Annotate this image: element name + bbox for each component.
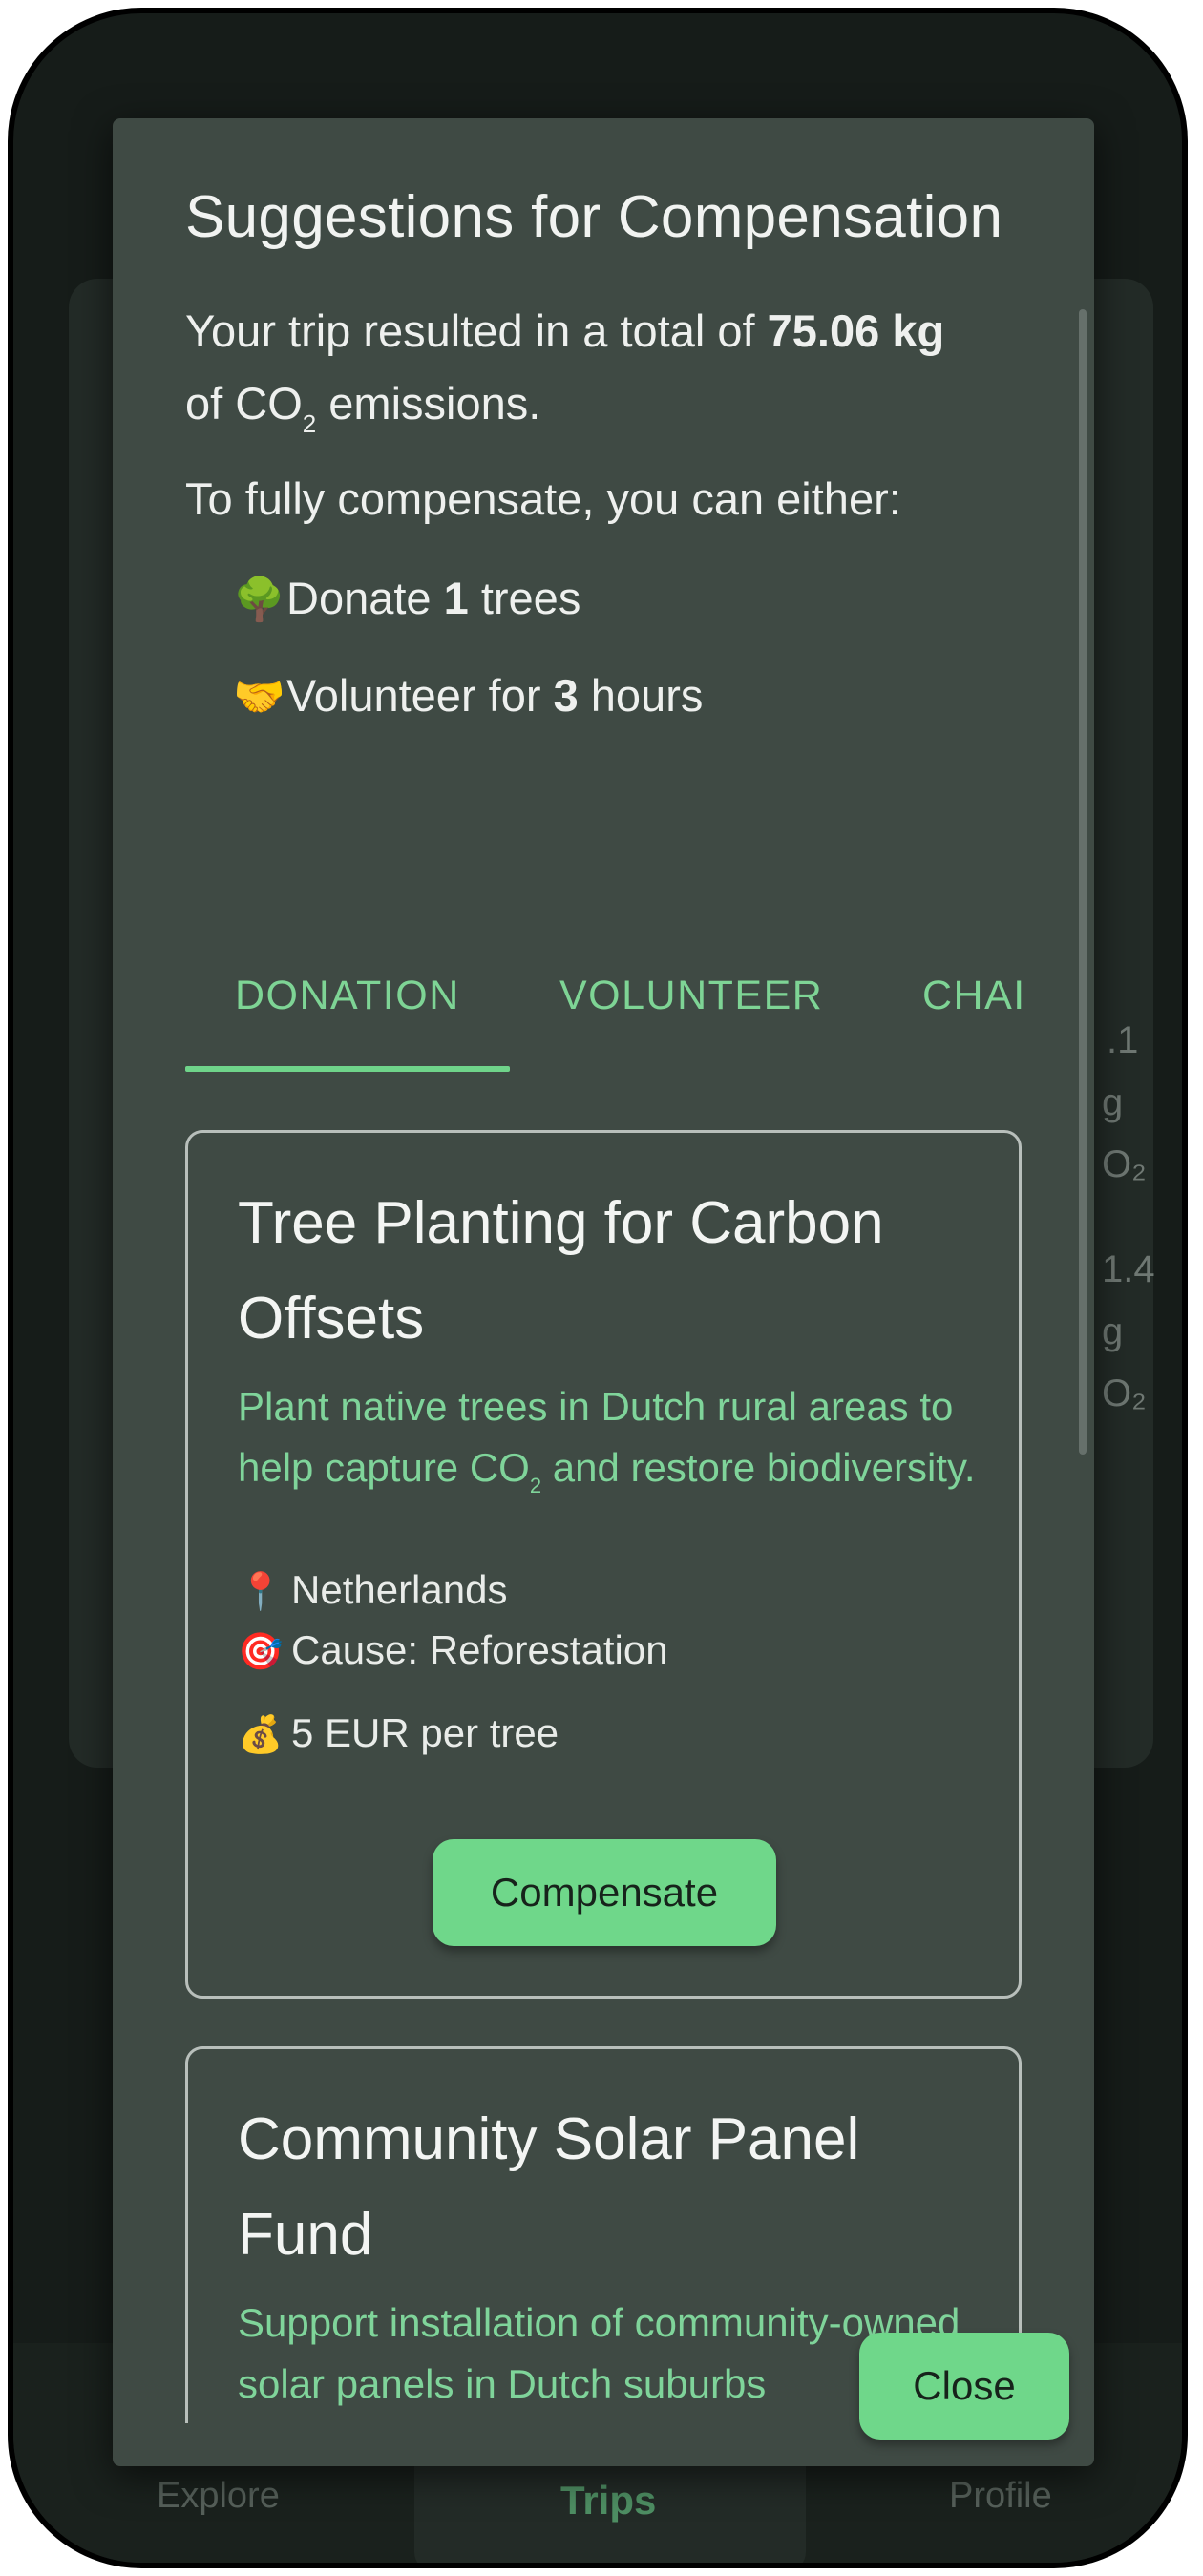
dialog-scroll-area[interactable]: Your trip resulted in a total of 75.06 k… (113, 295, 1094, 2423)
card-title: Community Solar Panel Fund (238, 2106, 860, 2268)
tab-charity[interactable]: CHAI (922, 973, 1026, 1019)
nav-trips[interactable]: Trips (560, 2478, 656, 2524)
card-cause: 🎯 Cause: Reforestation (238, 1627, 668, 1672)
option-donate-trees: 🌳Donate 1 trees (233, 573, 581, 623)
bg-stat-co2: O₂ (1102, 1372, 1147, 1414)
either-text: To fully compensate, you can either: (185, 473, 901, 524)
target-icon: 🎯 (238, 1632, 284, 1672)
emissions-amount: 75.06 kg (767, 305, 945, 356)
summary-co: of CO (185, 378, 303, 429)
emissions-summary-line2: of CO2 emissions. (185, 367, 540, 447)
bg-stat-unit: g (1102, 1310, 1124, 1352)
card-title: Tree Planting for Carbon Offsets (238, 1190, 884, 1351)
tree-icon: 🌳 (233, 576, 285, 623)
bg-stat-value: 1.4 (1102, 1248, 1155, 1290)
bg-stat-co2: O₂ (1102, 1143, 1147, 1185)
card-description: Plant native trees in Dutch rural areas … (238, 1384, 976, 1497)
dialog-title: Suggestions for Compensation (185, 184, 1003, 250)
money-bag-icon: 💰 (238, 1715, 284, 1755)
bg-stat-unit: g (1102, 1081, 1124, 1123)
close-button[interactable]: Close (859, 2333, 1069, 2440)
scrollbar[interactable] (1079, 309, 1087, 1455)
tab-volunteer[interactable]: VOLUNTEER (559, 973, 823, 1019)
compensate-button[interactable]: Compensate (433, 1839, 776, 1946)
nav-explore[interactable]: Explore (157, 2476, 280, 2517)
map-pin-icon: 📍 (238, 1572, 284, 1612)
active-tab-indicator (185, 1066, 510, 1072)
donation-card: Tree Planting for Carbon Offsets Plant n… (185, 1130, 1022, 1999)
card-location: 📍 Netherlands (238, 1567, 508, 1612)
option-volunteer-hours: 🤝Volunteer for 3 hours (233, 670, 704, 721)
subscript-2: 2 (302, 409, 317, 438)
bg-stat-value: .1 (1107, 1019, 1139, 1061)
compensation-tabs: DONATION VOLUNTEER CHAI (185, 925, 1092, 1078)
nav-profile[interactable]: Profile (949, 2476, 1052, 2517)
summary-suffix: emissions. (328, 378, 541, 429)
summary-prefix: Your trip resulted in a total of (185, 305, 755, 356)
tab-donation[interactable]: DONATION (235, 973, 460, 1019)
handshake-icon: 🤝 (233, 674, 285, 721)
card-price: 💰 5 EUR per tree (238, 1710, 559, 1755)
emissions-summary: Your trip resulted in a total of 75.06 k… (185, 295, 944, 367)
compensation-dialog: Suggestions for Compensation Your trip r… (113, 118, 1094, 2466)
